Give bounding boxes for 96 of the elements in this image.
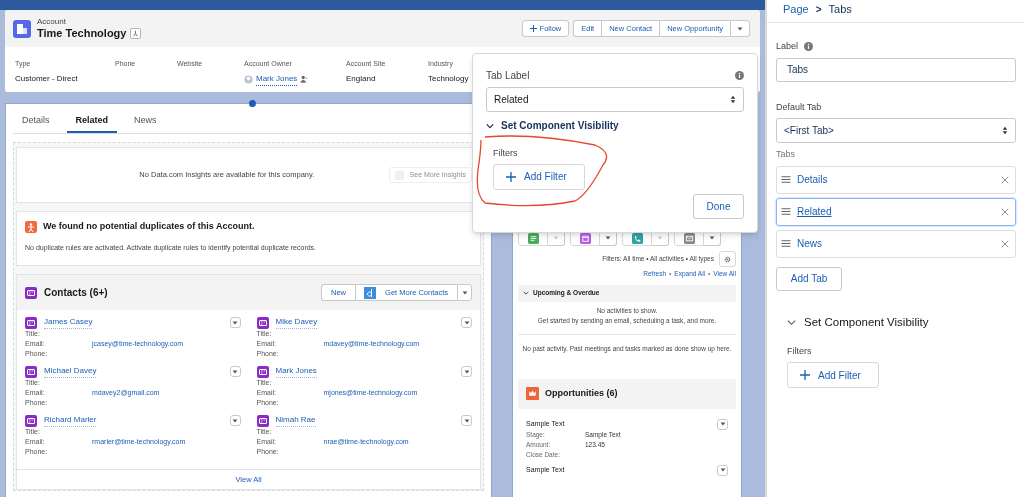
record-title: Time Technology (37, 28, 127, 39)
contact-icon (256, 414, 269, 427)
caret-icon (462, 318, 471, 327)
filters-label: Filters (493, 147, 519, 160)
crown-icon (526, 387, 539, 401)
tab-link[interactable]: News (797, 236, 822, 251)
tab-list-item[interactable]: Details (776, 165, 1016, 194)
duplicates-icon (25, 220, 37, 233)
caret-icon (231, 367, 239, 376)
resize-handle[interactable] (249, 100, 256, 107)
dropdown-button[interactable] (730, 20, 750, 37)
contact-name-link[interactable]: James Casey (44, 316, 93, 329)
contact-name-link[interactable]: Michael Davey (44, 365, 97, 378)
close-icon (1001, 239, 1009, 248)
tab-label-select[interactable]: Related (486, 87, 744, 112)
drag-handle-icon (781, 175, 791, 184)
dropdown-button[interactable] (461, 317, 472, 328)
chevron-icon (787, 317, 796, 327)
chevron-icon (523, 290, 529, 297)
avatar-icon (244, 74, 253, 84)
tab-list-item[interactable]: News (776, 229, 1016, 258)
caret-icon (231, 416, 239, 425)
visibility-toggle[interactable]: Set Component Visibility (787, 313, 1015, 331)
settings-button[interactable] (719, 251, 736, 267)
contact-name-link[interactable]: Mark Jones (275, 365, 317, 378)
close-icon (1001, 175, 1009, 184)
tabs-label: Tabs (776, 148, 796, 161)
breadcrumb-link[interactable]: Page (783, 0, 809, 18)
plus-icon (529, 25, 537, 32)
tab-label-label: Tab Label (486, 69, 530, 83)
field-value: Technology (428, 72, 469, 85)
change-owner-icon (300, 75, 309, 83)
contact-icon (256, 365, 269, 378)
contact-icon (25, 414, 37, 427)
record-tab[interactable]: News (125, 110, 166, 133)
dropdown-button[interactable] (457, 284, 472, 301)
tab-link[interactable]: Details (797, 172, 828, 187)
add-filter-button[interactable]: Add Filter (493, 163, 585, 190)
remove-button[interactable] (1001, 239, 1009, 248)
dropdown-button[interactable] (461, 366, 472, 377)
owner-link[interactable]: Mark Jones (256, 72, 298, 86)
remove-button[interactable] (1001, 207, 1009, 216)
duplicates-title: We found no potential duplicates of this Account. (43, 220, 255, 233)
breadcrumb-current: Tabs (828, 1, 852, 17)
close-icon (1001, 207, 1009, 216)
add-filter-button[interactable]: Add Filter (787, 362, 879, 389)
info-icon (735, 71, 744, 80)
opportunities-title: Opportunities (6) (545, 387, 618, 400)
contact-icon (25, 316, 37, 329)
plus-icon (506, 171, 516, 182)
contact-name-link[interactable]: Mike Davey (275, 316, 318, 329)
dropdown-button[interactable] (461, 415, 472, 426)
filters-label: Filters (787, 344, 813, 358)
account-icon (13, 19, 31, 38)
contact-name-link[interactable]: Nimah Rae (275, 414, 316, 427)
info-icon (804, 42, 814, 52)
field-value: England (346, 72, 377, 85)
contact-icon (25, 286, 37, 299)
default-tab-label: Default Tab (776, 100, 823, 114)
label-field-label: Label (776, 40, 799, 53)
chevron-icon (486, 121, 494, 130)
object-label: Account (37, 18, 67, 26)
plus-icon (800, 370, 810, 381)
drag-handle-icon (781, 207, 791, 216)
caret-icon (736, 24, 744, 33)
contact-name-link[interactable]: Richard Marler (44, 414, 97, 427)
contact-icon (25, 365, 37, 378)
field-value: Customer - Direct (15, 72, 78, 85)
dropdown-button[interactable] (229, 415, 241, 426)
breadcrumb-separator: > (815, 2, 822, 17)
drag-handle-icon (781, 239, 791, 248)
tab-list-item[interactable]: Related (776, 197, 1016, 226)
caret-icon (462, 416, 471, 425)
data-icon (364, 286, 377, 299)
add-tab-button[interactable]: Add Tab (776, 266, 842, 291)
remove-button[interactable] (1001, 175, 1009, 184)
dropdown-button[interactable] (229, 366, 241, 377)
done-button[interactable]: Done (693, 193, 744, 219)
dropdown-button[interactable] (229, 317, 241, 328)
dropdown-button[interactable] (717, 418, 728, 430)
hierarchy-icon (130, 28, 142, 39)
settings-icon (724, 255, 731, 263)
tab-link[interactable]: Related (797, 204, 832, 219)
visibility-toggle[interactable]: Set Component Visibility (486, 118, 619, 133)
caret-icon (462, 367, 471, 376)
record-tab[interactable]: Related (66, 110, 118, 133)
select-arrows-icon (730, 95, 736, 104)
label-input[interactable]: Tabs (776, 57, 1016, 82)
caret-icon (231, 318, 239, 327)
contacts-title: Contacts (6+) (44, 286, 108, 300)
caret-icon (460, 288, 469, 297)
dropdown-button[interactable] (717, 464, 728, 476)
record-tab[interactable]: Details (13, 110, 59, 133)
contact-icon (256, 316, 269, 329)
select-arrows-icon (1002, 126, 1008, 135)
default-tab-select[interactable]: <First Tab> (776, 118, 1016, 143)
